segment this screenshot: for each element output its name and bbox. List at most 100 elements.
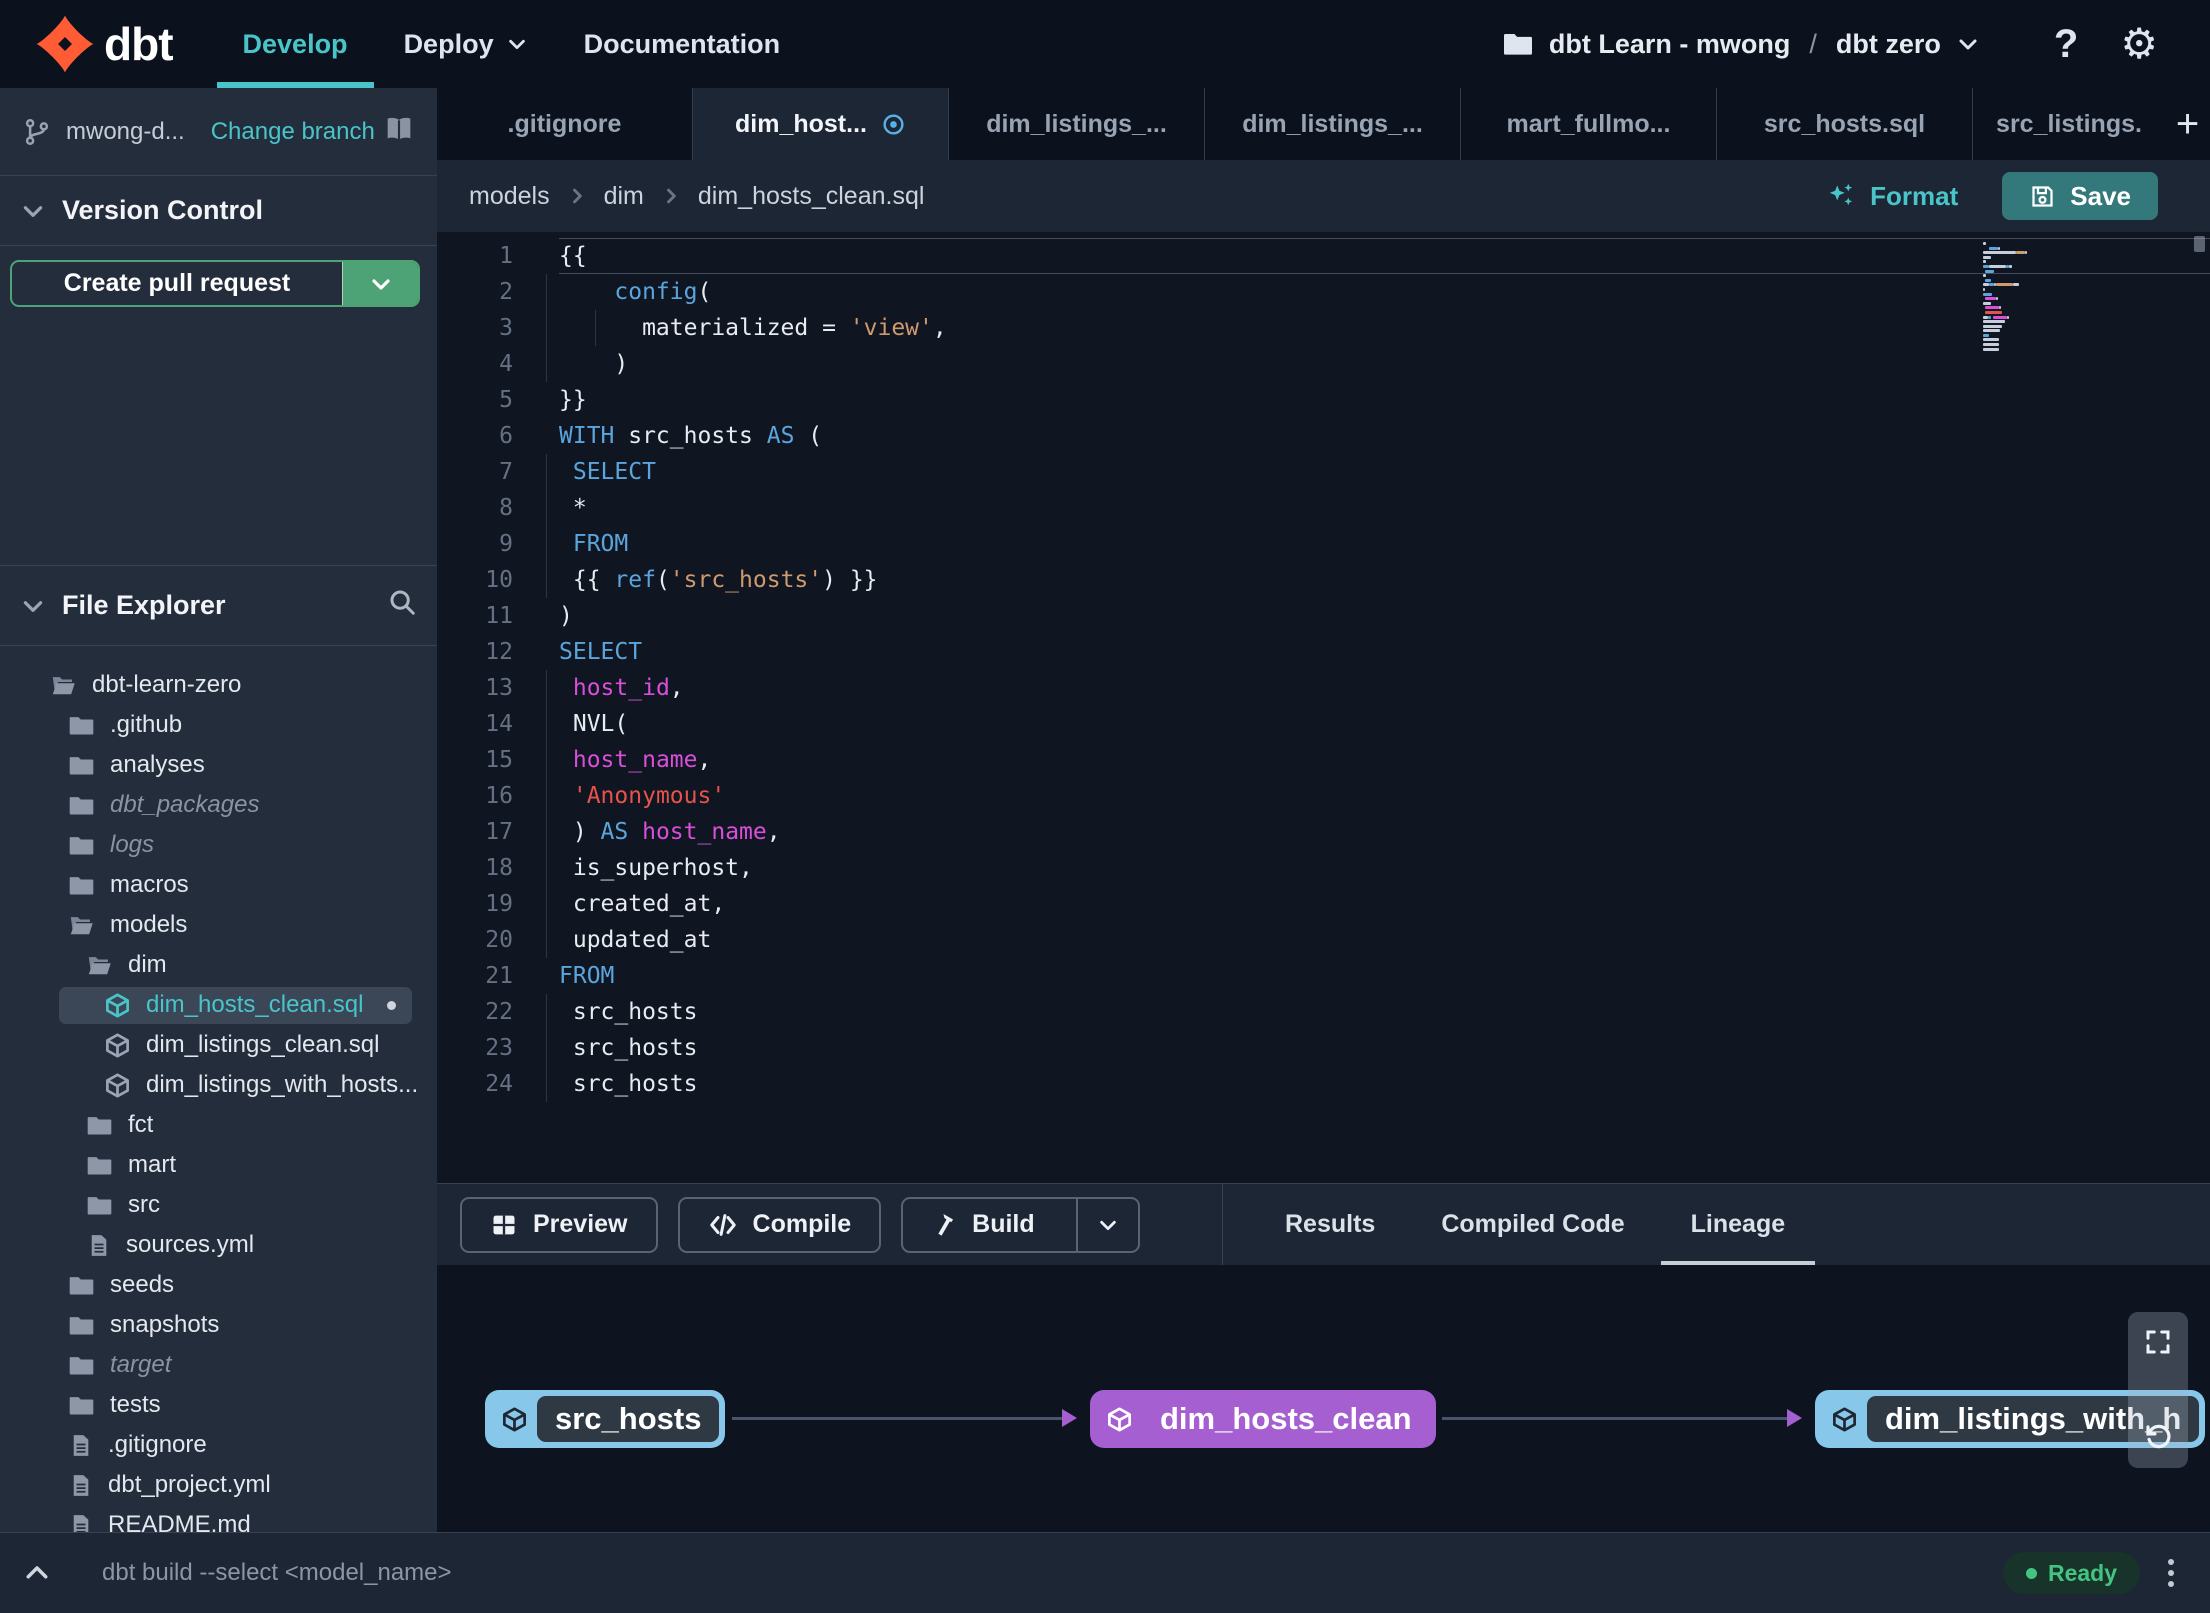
tree-item-models[interactable]: models (0, 905, 437, 945)
code-line-15[interactable]: 15 host_name, (437, 742, 2210, 778)
code-line-21[interactable]: 21 FROM (437, 958, 2210, 994)
tree-item-pill: sources.yml (41, 1227, 270, 1264)
change-branch-link[interactable]: Change branch (211, 118, 375, 146)
tree-item-sources-yml[interactable]: sources.yml (0, 1225, 437, 1265)
code-line-1[interactable]: 1 {{ (437, 238, 2210, 274)
compile-button[interactable]: Compile (677, 1196, 882, 1253)
nav-item-develop[interactable]: Develop (216, 0, 374, 88)
save-button[interactable]: Save (2002, 172, 2158, 220)
chevron-up-icon[interactable] (22, 1558, 52, 1588)
minimap[interactable] (1983, 242, 2045, 352)
code-line-2[interactable]: 2 config( (437, 274, 2210, 310)
code-line-14[interactable]: 14 NVL( (437, 706, 2210, 742)
tree-item-dim-listings-with-hosts[interactable]: dim_listings_with_hosts... (0, 1065, 437, 1105)
more-menu-icon[interactable] (2168, 1559, 2174, 1587)
status-badge: Ready (2002, 1552, 2140, 1594)
tree-item-dim-hosts-clean-sql[interactable]: dim_hosts_clean.sql (0, 985, 437, 1025)
nav-item-deploy[interactable]: Deploy (404, 0, 528, 88)
tree-item-dbt-learn-zero[interactable]: dbt-learn-zero (0, 665, 437, 705)
tab-dim-listings[interactable]: dim_listings_... (949, 88, 1205, 160)
scrollbar-thumb[interactable] (2194, 236, 2205, 252)
tab-dim-host[interactable]: dim_host... (693, 88, 949, 160)
build-dropdown[interactable] (1075, 1198, 1138, 1251)
tab-dim-listings[interactable]: dim_listings_... (1205, 88, 1461, 160)
fullscreen-icon[interactable] (2143, 1327, 2173, 1357)
tab-gitignore[interactable]: .gitignore (437, 88, 693, 160)
code-line-6[interactable]: 6 WITH src_hosts AS ( (437, 418, 2210, 454)
tree-item-dim[interactable]: dim (0, 945, 437, 985)
lineage-node-src-hosts[interactable]: src_hosts (485, 1390, 726, 1448)
help-icon[interactable]: ? (2054, 22, 2078, 67)
code-line-7[interactable]: 7 SELECT (437, 454, 2210, 490)
code-line-17[interactable]: 17 ) AS host_name, (437, 814, 2210, 850)
tree-item-logs[interactable]: logs (0, 825, 437, 865)
folder-icon (68, 1392, 95, 1419)
code-line-10[interactable]: 10 {{ ref('src_hosts') }} (437, 562, 2210, 598)
project-switcher[interactable]: dbt Learn - mwong / dbt zero (1502, 28, 1980, 60)
panel-tab-compiled-code[interactable]: Compiled Code (1441, 1184, 1624, 1265)
build-main[interactable]: Build (903, 1199, 1061, 1251)
minimap-segment (1998, 306, 2001, 310)
code-line-3[interactable]: 3 materialized = 'view', (437, 310, 2210, 346)
tree-item-dbt-packages[interactable]: dbt_packages (0, 785, 437, 825)
version-control-header[interactable]: Version Control (0, 176, 437, 246)
panel-tab-lineage[interactable]: Lineage (1660, 1184, 1816, 1265)
tree-item-github[interactable]: .github (0, 705, 437, 745)
tree-item-label: seeds (110, 1271, 175, 1298)
tree-item-pill: mart (41, 1147, 192, 1184)
model-cube-icon (491, 1406, 537, 1433)
code-line-5[interactable]: 5}} (437, 382, 2210, 418)
gear-icon[interactable]: ⚙ (2120, 23, 2158, 65)
breadcrumb-item-models[interactable]: models (469, 182, 550, 211)
panel-tab-results[interactable]: Results (1285, 1184, 1375, 1265)
refresh-icon[interactable] (2142, 1421, 2174, 1453)
code-line-20[interactable]: 20 updated_at (437, 922, 2210, 958)
code-line-23[interactable]: 23 src_hosts (437, 1030, 2210, 1066)
code-editor[interactable]: 1{{2 config(3 materialized = 'view', 4 ) 5… (437, 232, 2210, 1183)
search-icon[interactable] (387, 587, 417, 624)
code-line-22[interactable]: 22 src_hosts (437, 994, 2210, 1030)
tab-mart-fullmo[interactable]: mart_fullmo... (1461, 88, 1717, 160)
nav-item-documentation[interactable]: Documentation (584, 0, 781, 88)
tab-label: dim_host... (735, 109, 867, 138)
lineage-node-dim-hosts-clean[interactable]: dim_hosts_clean (1090, 1390, 1436, 1448)
code-line-11[interactable]: 11) (437, 598, 2210, 634)
preview-button[interactable]: Preview (460, 1196, 658, 1253)
code-line-19[interactable]: 19 created_at, (437, 886, 2210, 922)
tree-item-target[interactable]: target (0, 1345, 437, 1385)
code-line-8[interactable]: 8 * (437, 490, 2210, 526)
tree-item-tests[interactable]: tests (0, 1385, 437, 1425)
tree-item-mart[interactable]: mart (0, 1145, 437, 1185)
code-line-9[interactable]: 9 FROM (437, 526, 2210, 562)
tree-item-readme-md[interactable]: README.md (0, 1505, 437, 1532)
tree-item-src[interactable]: src (0, 1185, 437, 1225)
tab-src-listings[interactable]: src_listings. (1973, 88, 2165, 160)
format-button[interactable]: Format (1826, 181, 1958, 212)
code-line-16[interactable]: 16 'Anonymous' (437, 778, 2210, 814)
tree-item-seeds[interactable]: seeds (0, 1265, 437, 1305)
create-pull-request-label[interactable]: Create pull request (12, 262, 342, 305)
breadcrumb-item-dim-hosts-clean-sql[interactable]: dim_hosts_clean.sql (698, 182, 925, 211)
docs-book-icon[interactable] (383, 113, 415, 150)
code-line-18[interactable]: 18 is_superhost, (437, 850, 2210, 886)
tree-item-snapshots[interactable]: snapshots (0, 1305, 437, 1345)
create-pull-request-dropdown[interactable] (342, 262, 418, 305)
tree-item-gitignore[interactable]: .gitignore (0, 1425, 437, 1465)
tree-item-dbt-project-yml[interactable]: dbt_project.yml (0, 1465, 437, 1505)
breadcrumb-item-dim[interactable]: dim (604, 182, 644, 211)
code-line-24[interactable]: 24 src_hosts (437, 1066, 2210, 1102)
minimap-row (1983, 287, 2045, 291)
file-explorer-header[interactable]: File Explorer (0, 565, 437, 646)
tree-item-pill: README.md (23, 1507, 267, 1532)
tree-item-fct[interactable]: fct (0, 1105, 437, 1145)
new-tab-button[interactable]: + (2165, 88, 2210, 160)
code-line-4[interactable]: 4 ) (437, 346, 2210, 382)
code-line-13[interactable]: 13 host_id, (437, 670, 2210, 706)
tree-item-analyses[interactable]: analyses (0, 745, 437, 785)
code-line-12[interactable]: 12 SELECT (437, 634, 2210, 670)
tree-item-dim-listings-clean-sql[interactable]: dim_listings_clean.sql (0, 1025, 437, 1065)
dbt-logo[interactable]: dbt (36, 15, 174, 73)
tab-src-hosts-sql[interactable]: src_hosts.sql (1717, 88, 1973, 160)
tree-item-macros[interactable]: macros (0, 865, 437, 905)
